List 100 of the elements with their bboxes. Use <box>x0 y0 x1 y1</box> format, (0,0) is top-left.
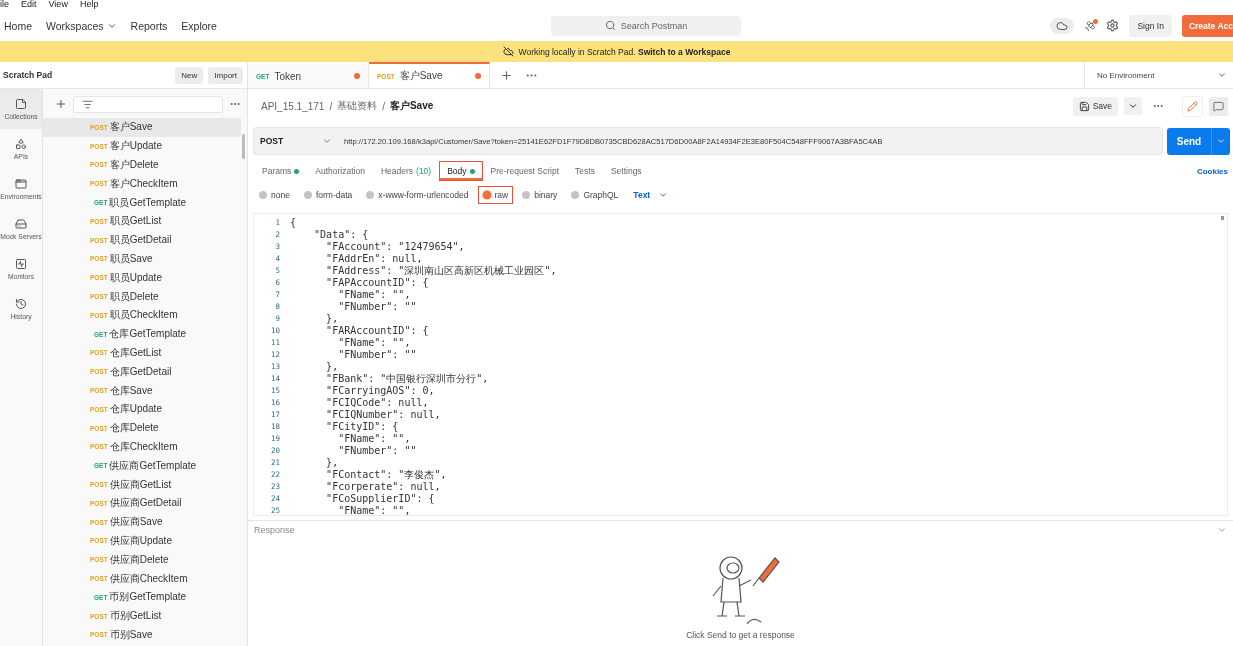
code-line: { <box>290 217 297 229</box>
body-type-radio[interactable]: GraphQL <box>566 186 624 204</box>
request-name: 仓库GetList <box>109 345 162 360</box>
breadcrumb-item[interactable]: API_15.1_171 <box>261 100 325 112</box>
cloud-icon <box>1056 19 1069 32</box>
request-option-tab[interactable]: Settings <box>602 161 650 181</box>
menu-item[interactable]: Help <box>79 0 99 8</box>
search-icon <box>604 20 616 31</box>
plus-icon[interactable] <box>500 68 513 82</box>
format-select[interactable]: Text <box>633 190 669 200</box>
settings-icon[interactable] <box>1106 19 1120 32</box>
request-name: 币别GetList <box>109 609 162 624</box>
request-name: 供应商Delete <box>109 552 169 567</box>
request-option-tab[interactable]: Pre-request Script <box>482 161 568 181</box>
code-editor[interactable] <box>253 213 1228 516</box>
nav-link[interactable]: Reports <box>130 19 168 32</box>
tab-title: 客户Save <box>399 69 443 83</box>
chevron-down-icon <box>1216 136 1226 146</box>
search-placeholder: Search Postman <box>620 20 688 31</box>
plus-icon[interactable] <box>55 98 67 110</box>
request-name: 供应商GetDetail <box>109 496 182 511</box>
radio-label: GraphQL <box>583 190 619 200</box>
activity-icon <box>15 258 27 270</box>
comment-button[interactable] <box>1209 96 1228 116</box>
cloud-off-icon <box>502 46 514 57</box>
history-icon <box>15 298 27 310</box>
code-line: "FARAccountID": { <box>325 325 429 337</box>
tab-title: Token <box>274 70 302 82</box>
radio-label: none <box>271 190 290 200</box>
sidebar-button[interactable]: New <box>175 66 204 84</box>
scrollbar[interactable] <box>1221 216 1224 220</box>
code-line: "FAPAccountID": { <box>325 277 429 289</box>
environment-select[interactable]: No Environment <box>1084 62 1233 88</box>
menu-item[interactable]: ile <box>0 0 9 8</box>
code-line: "FName": "", <box>337 337 411 349</box>
method-select[interactable]: POST <box>254 136 338 146</box>
body-type-radio[interactable]: none <box>254 186 295 204</box>
body-type-radio[interactable]: raw <box>477 186 514 204</box>
request-option-tab[interactable]: Authorization <box>307 161 373 181</box>
save-icon <box>1078 100 1090 112</box>
request-name: 币别GetTemplate <box>109 590 187 605</box>
code-line: "Fcorperate": null, <box>325 481 441 493</box>
request-option-tab[interactable]: Headers (10) <box>372 161 440 181</box>
scrollbar[interactable] <box>242 134 245 159</box>
request-name: 职员Save <box>109 251 153 266</box>
radio-label: x-www-form-urlencoded <box>378 190 469 200</box>
breadcrumb-separator: / <box>382 100 385 112</box>
code-line: "FCIQCode": null, <box>325 397 429 409</box>
chevron-down-icon <box>1128 101 1138 111</box>
cloud-button[interactable] <box>1050 17 1075 34</box>
header-count: (10) <box>416 166 432 176</box>
send-button[interactable]: Send <box>1167 127 1211 155</box>
request-name: 职员Update <box>109 270 162 285</box>
sidebar-button[interactable]: Import <box>208 66 243 84</box>
nav-link[interactable]: Workspaces <box>46 19 117 32</box>
code-line: "FName": "", <box>337 505 411 515</box>
filter-field[interactable] <box>73 95 223 113</box>
code-line: "FCoSupplierID": { <box>325 493 435 505</box>
request-name: 供应商CheckItem <box>109 571 188 586</box>
code-line: "FNumber": "" <box>337 349 417 361</box>
breadcrumb-item[interactable]: 基础资料 <box>337 99 378 113</box>
code-line: "FAccount": "12479654", <box>325 241 465 253</box>
body-type-radio[interactable]: binary <box>517 186 563 204</box>
code-line: "FCIQNumber": null, <box>325 409 441 421</box>
radio-label: binary <box>534 190 558 200</box>
body-type-radio[interactable]: x-www-form-urlencoded <box>361 186 474 204</box>
request-name: 仓库Update <box>109 402 162 417</box>
code-line: "FNumber": "" <box>337 445 417 457</box>
chevron-down-icon[interactable] <box>1217 525 1227 535</box>
breadcrumb-item[interactable]: 客户Save <box>389 99 434 113</box>
code-line: "FContact": "李俊杰", <box>325 469 447 481</box>
cookies-link[interactable]: Cookies <box>1196 166 1228 176</box>
nav-link[interactable]: Home <box>4 19 32 32</box>
body-type-radio[interactable]: form-data <box>298 186 358 204</box>
radio-label: raw <box>494 190 509 200</box>
request-name: 仓库GetDetail <box>109 364 172 379</box>
request-option-tab[interactable]: Tests <box>567 161 603 181</box>
code-line: }, <box>325 361 339 373</box>
code-line: }, <box>325 313 339 325</box>
search-field[interactable]: Search Postman <box>550 15 741 36</box>
menu-item[interactable]: View <box>48 0 68 8</box>
request-name: 供应商GetTemplate <box>109 458 197 473</box>
sign-in-button[interactable]: Sign In <box>1129 14 1172 37</box>
chevron-down-icon <box>1217 70 1227 80</box>
code-line: "FAddress": "深圳南山区高新区机械工业园区", <box>325 265 557 277</box>
request-option-tab[interactable]: Body <box>439 161 483 181</box>
filter-icon <box>82 98 93 110</box>
nav-link[interactable]: Explore <box>181 19 217 32</box>
request-option-tab[interactable]: Params <box>254 161 308 181</box>
send-options-button[interactable] <box>1211 127 1230 155</box>
save-button[interactable]: Save <box>1072 96 1118 116</box>
satellite-icon[interactable] <box>1084 19 1097 32</box>
save-options-button[interactable] <box>1124 97 1142 115</box>
request-name: 职员GetList <box>109 214 162 229</box>
request-name: 币别Save <box>109 627 153 642</box>
code-line: "FCityID": { <box>325 421 399 433</box>
window-icon <box>15 178 27 190</box>
menu-item[interactable]: Edit <box>21 0 37 8</box>
code-line: "FNumber": "" <box>337 301 417 313</box>
edit-button[interactable] <box>1182 95 1203 117</box>
